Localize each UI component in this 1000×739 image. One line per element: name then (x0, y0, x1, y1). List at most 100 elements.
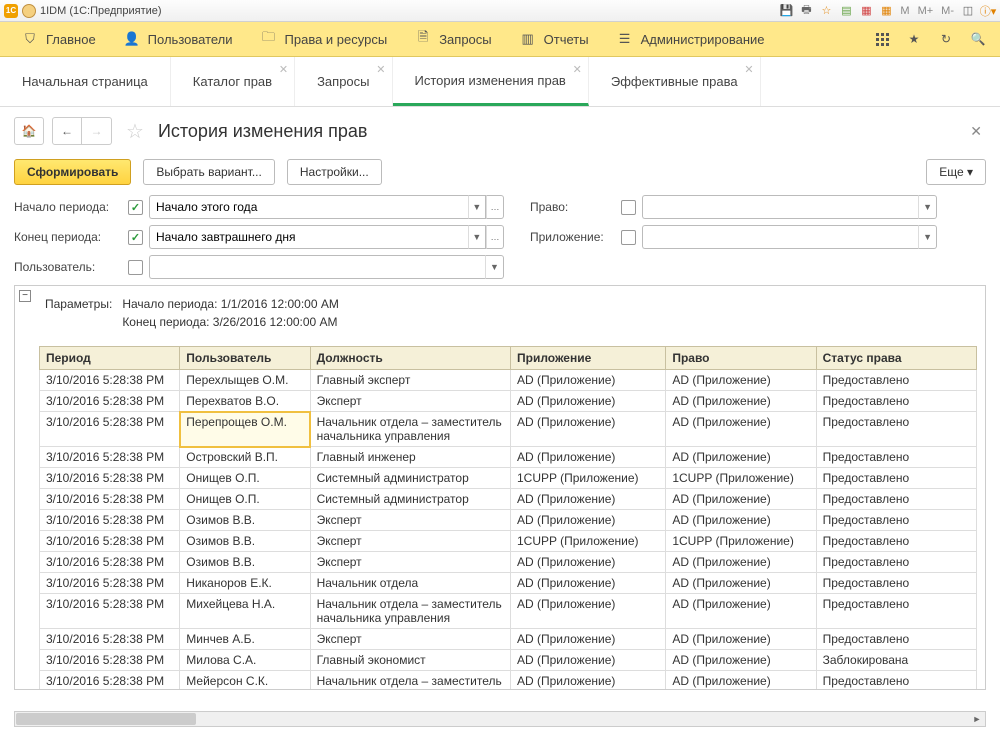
data-table[interactable]: ПериодПользовательДолжностьПриложениеПра… (39, 346, 977, 690)
tab-4[interactable]: Эффективные права✕ (589, 57, 761, 106)
window-layout-icon[interactable]: ◫ (960, 3, 976, 19)
table-cell[interactable]: Мейерсон С.К. (180, 671, 310, 691)
table-cell[interactable]: 3/10/2016 5:28:38 PM (40, 391, 180, 412)
scroll-thumb[interactable] (16, 713, 196, 725)
table-cell[interactable]: 1CUPP (Приложение) (666, 468, 816, 489)
table-cell[interactable]: Системный администратор (310, 489, 510, 510)
end-period-field[interactable] (149, 225, 468, 249)
table-cell[interactable]: Никаноров Е.К. (180, 573, 310, 594)
table-cell[interactable]: Эксперт (310, 531, 510, 552)
table-cell[interactable]: Островский В.П. (180, 447, 310, 468)
table-cell[interactable]: Перепрощев О.М. (180, 412, 310, 447)
table-row[interactable]: 3/10/2016 5:28:38 PMОзимов В.В.Эксперт1C… (40, 531, 977, 552)
table-cell[interactable]: AD (Приложение) (510, 573, 665, 594)
start-period-checkbox[interactable] (128, 200, 143, 215)
table-cell[interactable]: Эксперт (310, 629, 510, 650)
right-filter-input[interactable]: ▼ (642, 195, 937, 219)
table-cell[interactable]: 3/10/2016 5:28:38 PM (40, 412, 180, 447)
table-cell[interactable]: AD (Приложение) (666, 510, 816, 531)
table-cell[interactable]: AD (Приложение) (510, 489, 665, 510)
table-cell[interactable]: AD (Приложение) (510, 671, 665, 691)
table-cell[interactable]: Перехватов В.О. (180, 391, 310, 412)
table-cell[interactable]: AD (Приложение) (666, 552, 816, 573)
table-cell[interactable]: 3/10/2016 5:28:38 PM (40, 629, 180, 650)
end-period-dropdown-icon[interactable]: ▼ (468, 225, 486, 249)
table-cell[interactable]: 3/10/2016 5:28:38 PM (40, 510, 180, 531)
forward-button[interactable]: → (82, 117, 112, 145)
table-cell[interactable]: AD (Приложение) (510, 594, 665, 629)
table-cell[interactable]: Главный инженер (310, 447, 510, 468)
horizontal-scrollbar[interactable]: ◄ ► (14, 711, 986, 727)
table-cell[interactable]: Предоставлено (816, 510, 976, 531)
end-period-input[interactable]: ▼ … (149, 225, 504, 249)
table-cell[interactable]: Предоставлено (816, 489, 976, 510)
table-cell[interactable]: Михейцева Н.А. (180, 594, 310, 629)
table-cell[interactable]: AD (Приложение) (666, 391, 816, 412)
table-cell[interactable]: AD (Приложение) (666, 370, 816, 391)
column-header[interactable]: Приложение (510, 347, 665, 370)
table-cell[interactable]: 1CUPP (Приложение) (666, 531, 816, 552)
table-cell[interactable]: AD (Приложение) (510, 370, 665, 391)
table-cell[interactable]: AD (Приложение) (510, 391, 665, 412)
table-cell[interactable]: AD (Приложение) (666, 650, 816, 671)
document-icon[interactable]: ▤ (838, 3, 854, 19)
table-cell[interactable]: AD (Приложение) (510, 629, 665, 650)
table-cell[interactable]: AD (Приложение) (666, 489, 816, 510)
table-cell[interactable]: 1CUPP (Приложение) (510, 468, 665, 489)
close-page-button[interactable]: ✕ (966, 119, 986, 144)
table-cell[interactable]: 3/10/2016 5:28:38 PM (40, 468, 180, 489)
table-cell[interactable]: Предоставлено (816, 531, 976, 552)
table-cell[interactable]: AD (Приложение) (510, 447, 665, 468)
table-cell[interactable]: AD (Приложение) (510, 412, 665, 447)
table-cell[interactable]: Озимов В.В. (180, 510, 310, 531)
table-cell[interactable]: Предоставлено (816, 629, 976, 650)
table-row[interactable]: 3/10/2016 5:28:38 PMОстровский В.П.Главн… (40, 447, 977, 468)
table-cell[interactable]: Эксперт (310, 391, 510, 412)
user-filter-checkbox[interactable] (128, 260, 143, 275)
app-filter-field[interactable] (642, 225, 918, 249)
column-header[interactable]: Период (40, 347, 180, 370)
memory-mminus-button[interactable]: M- (939, 5, 956, 17)
table-row[interactable]: 3/10/2016 5:28:38 PMМихейцева Н.А.Началь… (40, 594, 977, 629)
table-cell[interactable]: Главный эксперт (310, 370, 510, 391)
table-cell[interactable]: 3/10/2016 5:28:38 PM (40, 370, 180, 391)
table-cell[interactable]: AD (Приложение) (666, 671, 816, 691)
table-cell[interactable]: Предоставлено (816, 552, 976, 573)
home-button[interactable]: 🏠 (14, 117, 44, 145)
right-filter-dropdown-icon[interactable]: ▼ (918, 195, 937, 219)
table-cell[interactable]: Предоставлено (816, 370, 976, 391)
save-icon[interactable]: 💾 (778, 3, 794, 19)
table-cell[interactable]: Начальник отдела – заместитель начальник… (310, 594, 510, 629)
app-dropdown-icon[interactable] (22, 4, 36, 18)
table-row[interactable]: 3/10/2016 5:28:38 PMНиканоров Е.К.Началь… (40, 573, 977, 594)
back-button[interactable]: ← (52, 117, 82, 145)
menu-item-4[interactable]: ▥Отчеты (506, 22, 603, 56)
table-cell[interactable]: AD (Приложение) (510, 650, 665, 671)
table-cell[interactable]: Озимов В.В. (180, 552, 310, 573)
scroll-right-icon[interactable]: ► (969, 712, 985, 726)
table-cell[interactable]: AD (Приложение) (510, 552, 665, 573)
calendar-icon[interactable]: ▦ (878, 3, 894, 19)
favorite-icon[interactable]: ☆ (818, 3, 834, 19)
table-row[interactable]: 3/10/2016 5:28:38 PMОнищев О.П.Системный… (40, 489, 977, 510)
table-row[interactable]: 3/10/2016 5:28:38 PMМилова С.А.Главный э… (40, 650, 977, 671)
table-cell[interactable]: Предоставлено (816, 468, 976, 489)
app-filter-input[interactable]: ▼ (642, 225, 937, 249)
user-filter-input[interactable]: ▼ (149, 255, 504, 279)
choose-variant-button[interactable]: Выбрать вариант... (143, 159, 274, 185)
table-cell[interactable]: Предоставлено (816, 391, 976, 412)
tab-0[interactable]: Начальная страница (0, 57, 171, 106)
history-button[interactable]: ↻ (932, 25, 960, 53)
info-icon[interactable]: ⓘ▾ (980, 3, 996, 19)
table-cell[interactable]: AD (Приложение) (666, 447, 816, 468)
tab-2[interactable]: Запросы✕ (295, 57, 392, 106)
settings-button[interactable]: Настройки... (287, 159, 382, 185)
table-cell[interactable]: AD (Приложение) (666, 594, 816, 629)
tab-close-icon[interactable]: ✕ (573, 63, 582, 76)
table-row[interactable]: 3/10/2016 5:28:38 PMОзимов В.В.ЭкспертAD… (40, 552, 977, 573)
menu-item-5[interactable]: ☰Администрирование (603, 22, 779, 56)
tab-close-icon[interactable]: ✕ (376, 63, 385, 76)
end-period-select-icon[interactable]: … (486, 225, 504, 249)
print-icon[interactable]: 🖶 (798, 3, 814, 19)
menu-item-0[interactable]: ⛉Главное (8, 22, 110, 56)
